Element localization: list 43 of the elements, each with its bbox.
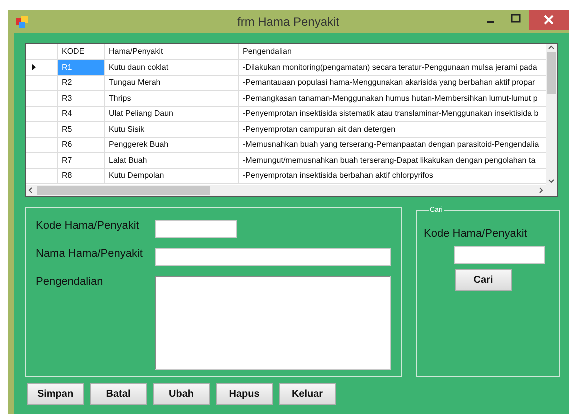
close-icon <box>544 15 554 25</box>
input-field[interactable] <box>454 246 545 264</box>
field-label: Kode Hama/Penyakit <box>36 220 140 234</box>
field-label: Nama Hama/Penyakit <box>36 248 144 262</box>
column-header[interactable]: KODE <box>58 44 105 60</box>
input-field[interactable] <box>155 220 237 238</box>
code-cell: R6 <box>58 138 105 153</box>
code-cell: R8 <box>58 168 105 184</box>
code-cell: R5 <box>58 122 105 138</box>
field-label: Pengendalian <box>36 276 104 290</box>
code-cell: R7 <box>58 153 105 168</box>
action-button[interactable]: Hapus <box>216 383 273 405</box>
name-cell: Ulat Peliang Daun <box>105 106 239 122</box>
maximize-icon <box>511 14 521 24</box>
name-cell: Tungau Merah <box>105 76 239 91</box>
scroll-down-icon[interactable] <box>548 177 555 185</box>
search-button[interactable]: Cari <box>455 269 512 291</box>
vertical-scrollbar[interactable] <box>546 44 557 185</box>
column-header[interactable]: Hama/Penyakit <box>105 44 239 60</box>
app-icon <box>16 16 28 28</box>
row-pointer-icon <box>32 64 36 71</box>
close-button[interactable] <box>529 10 569 30</box>
name-cell: Lalat Buah <box>105 153 239 168</box>
code-cell: R2 <box>58 76 105 91</box>
name-cell: Kutu Sisik <box>105 122 239 138</box>
action-button[interactable]: Keluar <box>279 383 336 405</box>
horizontal-scrollbar[interactable] <box>26 185 546 196</box>
minimize-icon <box>486 21 494 23</box>
field-label: Kode Hama/Penyakit <box>424 228 528 240</box>
text-area[interactable] <box>155 276 391 370</box>
window-title: frm Hama Penyakit <box>237 14 340 28</box>
action-button[interactable]: Simpan <box>27 383 84 405</box>
code-cell: R4 <box>58 106 105 122</box>
input-field[interactable] <box>155 248 391 266</box>
name-cell: Thrips <box>105 91 239 106</box>
code-cell: R3 <box>58 91 105 106</box>
name-cell: Kutu Dempolan <box>105 168 239 184</box>
code-cell: R1 <box>58 60 105 76</box>
name-cell: Penggerek Buah <box>105 138 239 153</box>
name-cell: Kutu daun coklat <box>105 60 239 76</box>
action-button[interactable]: Ubah <box>153 383 210 405</box>
action-button[interactable]: Batal <box>90 383 147 405</box>
scroll-up-icon[interactable] <box>548 44 555 52</box>
